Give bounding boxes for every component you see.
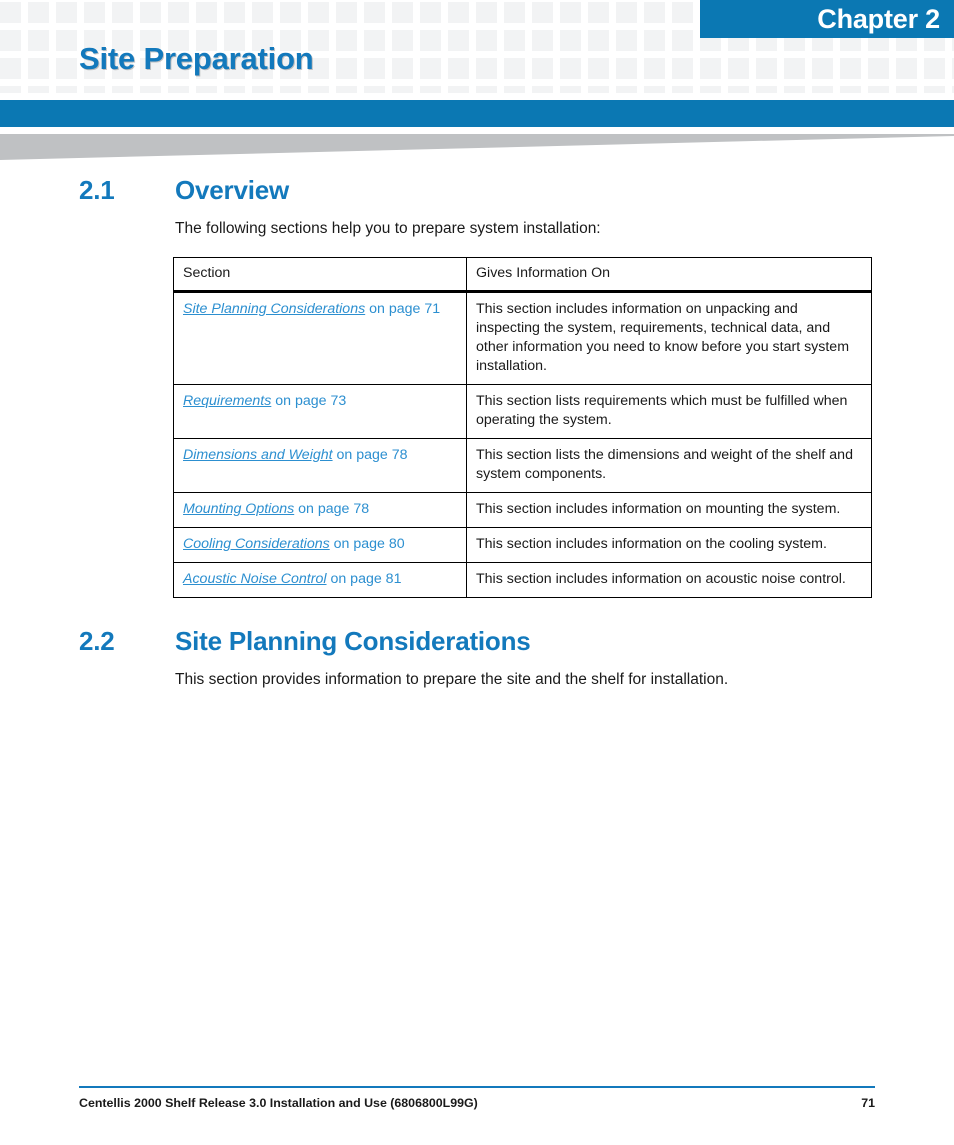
xref-link[interactable]: Requirements xyxy=(183,393,271,409)
xref-link[interactable]: Acoustic Noise Control xyxy=(183,571,327,587)
table-cell-section: Cooling Considerations on page 80 xyxy=(173,527,467,563)
xref-page-ref: on page 71 xyxy=(365,301,441,317)
xref-page-ref: on page 78 xyxy=(294,501,370,517)
xref-page-ref: on page 73 xyxy=(271,393,347,409)
table-header-section: Section xyxy=(173,257,467,293)
table-cell-description: This section includes information on aco… xyxy=(466,562,872,598)
table-row: Requirements on page 73 This section lis… xyxy=(173,384,872,439)
table-cell-section: Requirements on page 73 xyxy=(173,384,467,439)
footer-page-number: 71 xyxy=(861,1096,875,1110)
footer-row: Centellis 2000 Shelf Release 3.0 Install… xyxy=(79,1088,875,1110)
header-gray-wedge xyxy=(0,134,954,160)
table-row: Acoustic Noise Control on page 81 This s… xyxy=(173,562,872,598)
table-cell-description: This section lists requirements which mu… xyxy=(466,384,872,439)
section-title: Site Planning Considerations xyxy=(175,626,531,656)
section-2-2-intro: This section provides information to pre… xyxy=(175,671,729,688)
table-cell-description: This section includes information on mou… xyxy=(466,492,872,528)
header-blue-rule xyxy=(0,100,954,127)
section-title: Overview xyxy=(175,175,290,205)
table-cell-description: This section includes information on unp… xyxy=(466,291,872,385)
table-cell-section: Site Planning Considerations on page 71 xyxy=(173,291,467,385)
section-heading-2-2: 2.2 Site Planning Considerations xyxy=(0,626,954,657)
xref-page-ref: on page 80 xyxy=(329,536,405,552)
table-row: Cooling Considerations on page 80 This s… xyxy=(173,527,872,563)
xref-page-ref: on page 81 xyxy=(326,571,402,587)
sections-overview-table: Section Gives Information On Site Planni… xyxy=(173,257,872,598)
table-row: Site Planning Considerations on page 71 … xyxy=(173,291,872,385)
table-cell-description: This section lists the dimensions and we… xyxy=(466,438,872,493)
table-cell-section: Dimensions and Weight on page 78 xyxy=(173,438,467,493)
xref-link[interactable]: Mounting Options xyxy=(183,501,294,517)
xref-link[interactable]: Dimensions and Weight xyxy=(183,447,333,463)
section-2-1-intro: The following sections help you to prepa… xyxy=(175,220,601,237)
table-header-info: Gives Information On xyxy=(466,257,872,293)
chapter-banner: Chapter 2 xyxy=(700,0,954,38)
table-header-row: Section Gives Information On xyxy=(173,257,872,293)
xref-page-ref: on page 78 xyxy=(332,447,408,463)
table-row: Mounting Options on page 78 This section… xyxy=(173,492,872,528)
table-cell-section: Mounting Options on page 78 xyxy=(173,492,467,528)
chapter-title: Site Preparation xyxy=(79,41,314,76)
page-footer: Centellis 2000 Shelf Release 3.0 Install… xyxy=(79,1086,875,1110)
page-content: 2.1 Overview The following sections help… xyxy=(0,175,954,690)
table-cell-section: Acoustic Noise Control on page 81 xyxy=(173,562,467,598)
section-heading-2-1: 2.1 Overview xyxy=(0,175,954,206)
page-header: Chapter 2 Site Preparation xyxy=(0,0,954,93)
footer-document-title: Centellis 2000 Shelf Release 3.0 Install… xyxy=(79,1096,478,1110)
section-number: 2.2 xyxy=(79,626,115,656)
xref-link[interactable]: Cooling Considerations xyxy=(183,536,330,552)
table-cell-description: This section includes information on the… xyxy=(466,527,872,563)
xref-link[interactable]: Site Planning Considerations xyxy=(183,301,365,317)
table-row: Dimensions and Weight on page 78 This se… xyxy=(173,438,872,493)
section-number: 2.1 xyxy=(79,175,115,205)
